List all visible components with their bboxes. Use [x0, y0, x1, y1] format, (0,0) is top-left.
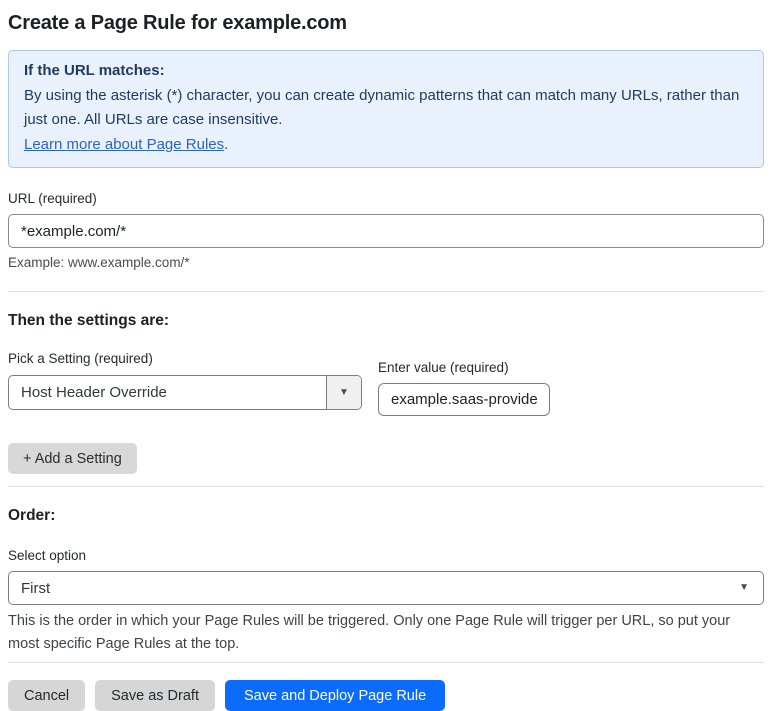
order-select[interactable]: First ▼ — [8, 571, 764, 605]
setting-value-input[interactable] — [378, 383, 550, 416]
pick-setting-label: Pick a Setting (required) — [8, 351, 153, 366]
add-setting-button[interactable]: + Add a Setting — [8, 443, 137, 474]
order-description: This is the order in which your Page Rul… — [8, 613, 731, 652]
url-match-info-box: If the URL matches: By using the asteris… — [8, 50, 764, 168]
info-box-link-line: Learn more about Page Rules. — [24, 133, 748, 158]
save-as-draft-button[interactable]: Save as Draft — [95, 680, 215, 711]
info-box-heading: If the URL matches: — [24, 62, 165, 79]
settings-row: Pick a Setting (required) Host Header Ov… — [8, 351, 764, 416]
pick-setting-column: Pick a Setting (required) Host Header Ov… — [8, 351, 362, 410]
pick-setting-value: Host Header Override — [21, 384, 167, 401]
url-label: URL (required) — [8, 191, 97, 206]
footer-actions: Cancel Save as Draft Save and Deploy Pag… — [8, 680, 764, 711]
divider — [8, 662, 764, 663]
divider — [8, 291, 764, 292]
cancel-button[interactable]: Cancel — [8, 680, 86, 711]
link-period: . — [224, 135, 229, 153]
url-input[interactable] — [8, 214, 764, 248]
select-arrow-button[interactable]: ▼ — [326, 376, 361, 409]
create-page-rule-form: Create a Page Rule for example.com If th… — [0, 10, 772, 711]
enter-value-label: Enter value (required) — [378, 360, 509, 375]
order-heading: Order: — [8, 507, 56, 524]
order-select-value: First — [21, 579, 51, 597]
divider — [8, 486, 764, 487]
page-title: Create a Page Rule for example.com — [8, 12, 347, 34]
chevron-down-icon: ▼ — [739, 582, 749, 593]
settings-heading: Then the settings are: — [8, 312, 170, 329]
save-and-deploy-button[interactable]: Save and Deploy Page Rule — [224, 680, 446, 711]
pick-setting-select[interactable]: Host Header Override ▼ — [8, 375, 362, 410]
info-box-body: By using the asterisk (*) character, you… — [24, 86, 740, 129]
chevron-down-icon: ▼ — [339, 386, 349, 398]
enter-value-column: Enter value (required) — [378, 360, 550, 416]
order-select-label: Select option — [8, 548, 87, 563]
url-example-hint: Example: www.example.com/* — [8, 255, 190, 270]
learn-more-link[interactable]: Learn more about Page Rules — [24, 136, 224, 153]
